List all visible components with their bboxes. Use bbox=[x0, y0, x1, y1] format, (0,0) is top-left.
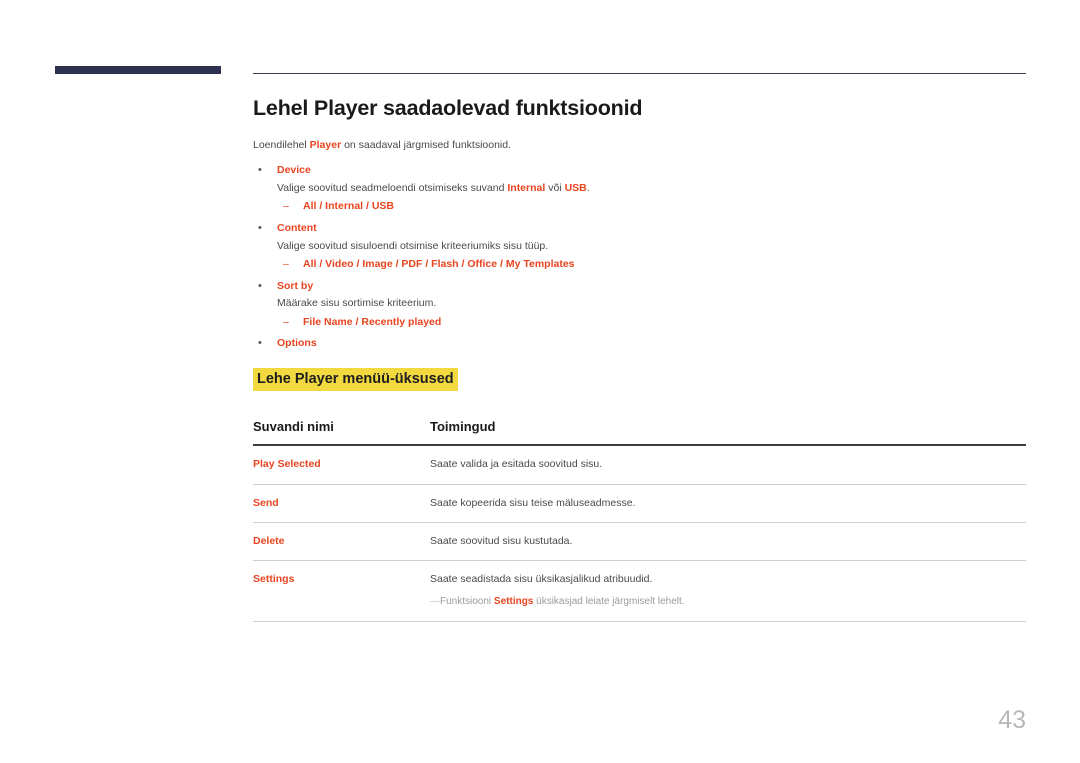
header-divider-rule bbox=[253, 73, 1026, 74]
table-cell-name-send: Send bbox=[253, 484, 430, 523]
table-cell-name-delete: Delete bbox=[253, 522, 430, 561]
sub-heading-container: Lehe Player menüü-üksused bbox=[253, 368, 1026, 392]
feature-options-sort-by: File Name / Recently played bbox=[277, 314, 1026, 331]
device-desc-after: . bbox=[586, 181, 590, 194]
feature-name-sort-by: Sort by bbox=[277, 279, 314, 292]
feature-name-device: Device bbox=[277, 163, 311, 176]
table-cell-action-delete: Saate soovitud sisu kustutada. bbox=[430, 522, 1026, 561]
feature-options-device: All / Internal / USB bbox=[277, 198, 1026, 215]
feature-option-values-content: All / Video / Image / PDF / Flash / Offi… bbox=[277, 256, 1026, 273]
table-row: Send Saate kopeerida sisu teise mälusead… bbox=[253, 484, 1026, 523]
table-header-option-name: Suvandi nimi bbox=[253, 419, 430, 447]
note-text-after: üksikasjad leiate järgmiselt lehelt. bbox=[533, 596, 685, 608]
intro-text-after: on saadaval järgmised funktsioonid. bbox=[341, 138, 512, 151]
page-content: Lehel Player saadaolevad funktsioonid Lo… bbox=[253, 96, 1026, 622]
header-accent-bar bbox=[55, 66, 221, 74]
device-keyword-usb: USB bbox=[564, 181, 587, 194]
table-cell-name-settings: Settings bbox=[253, 560, 430, 622]
feature-option-values-device: All / Internal / USB bbox=[277, 198, 1026, 215]
feature-name-content: Content bbox=[277, 221, 317, 234]
table-row: Play Selected Saate valida ja esitada so… bbox=[253, 445, 1026, 485]
device-keyword-internal: Internal bbox=[507, 181, 546, 194]
device-desc-mid: või bbox=[545, 181, 565, 194]
settings-note: ―Funktsiooni Settings üksikasjad leiate … bbox=[430, 595, 1026, 610]
table-cell-action-play-selected: Saate valida ja esitada soovitud sisu. bbox=[430, 445, 1026, 485]
feature-description-device: Valige soovitud seadmeloendi otsimiseks … bbox=[277, 180, 1026, 196]
list-item-sort-by: Sort by Määrake sisu sortimise kriteeriu… bbox=[253, 278, 1026, 331]
feature-list: Device Valige soovitud seadmeloendi otsi… bbox=[253, 162, 1026, 352]
table-row: Settings Saate seadistada sisu üksikasja… bbox=[253, 560, 1026, 622]
sub-heading-highlighted: Lehe Player menüü-üksused bbox=[253, 368, 458, 392]
page-number: 43 bbox=[998, 706, 1026, 734]
list-item-device: Device Valige soovitud seadmeloendi otsi… bbox=[253, 162, 1026, 215]
page-title: Lehel Player saadaolevad funktsioonid bbox=[253, 96, 643, 120]
note-text-before: Funktsiooni bbox=[440, 596, 494, 608]
table-cell-name-play-selected: Play Selected bbox=[253, 445, 430, 485]
table-cell-action-settings: Saate seadistada sisu üksikasjalikud atr… bbox=[430, 560, 1026, 622]
feature-options-content: All / Video / Image / PDF / Flash / Offi… bbox=[277, 256, 1026, 273]
menu-items-table: Suvandi nimi Toimingud Play Selected Saa… bbox=[253, 419, 1026, 622]
feature-name-options: Options bbox=[277, 337, 317, 350]
note-dash-icon: ― bbox=[430, 596, 440, 608]
intro-text-before: Loendilehel bbox=[253, 138, 310, 151]
list-item-content: Content Valige soovitud sisuloendi otsim… bbox=[253, 220, 1026, 273]
device-desc-before: Valige soovitud seadmeloendi otsimiseks … bbox=[277, 181, 508, 194]
list-item-options: Options bbox=[253, 335, 1026, 352]
note-keyword-settings: Settings bbox=[493, 596, 534, 608]
table-header-row: Suvandi nimi Toimingud bbox=[253, 419, 1026, 447]
intro-keyword-player: Player bbox=[309, 138, 342, 151]
feature-option-values-sort-by: File Name / Recently played bbox=[277, 314, 1026, 331]
intro-paragraph: Loendilehel Player on saadaval järgmised… bbox=[253, 138, 1026, 153]
table-header-actions: Toimingud bbox=[430, 419, 1026, 447]
feature-description-content: Valige soovitud sisuloendi otsimise krit… bbox=[277, 239, 549, 252]
table-cell-action-send: Saate kopeerida sisu teise mäluseadmesse… bbox=[430, 484, 1026, 523]
table-row: Delete Saate soovitud sisu kustutada. bbox=[253, 522, 1026, 561]
settings-action-text: Saate seadistada sisu üksikasjalikud atr… bbox=[430, 572, 653, 585]
feature-description-sort-by: Määrake sisu sortimise kriteerium. bbox=[277, 297, 437, 310]
